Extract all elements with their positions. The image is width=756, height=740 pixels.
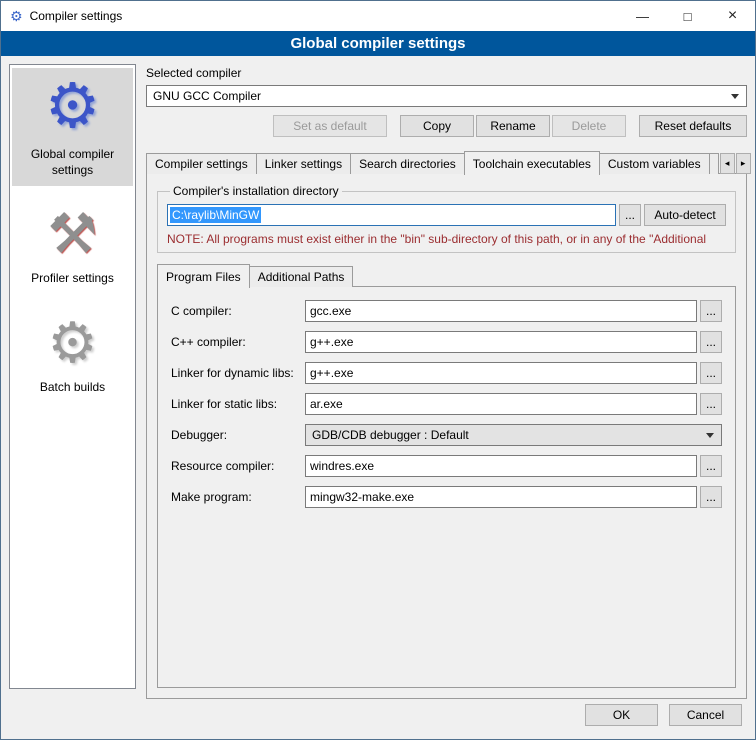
c-compiler-browse-button[interactable]: ... xyxy=(700,300,722,322)
compiler-action-buttons: Set as default Copy Rename Delete Reset … xyxy=(146,115,747,137)
installation-directory-label: Compiler's installation directory xyxy=(170,184,342,198)
form-row-debugger: Debugger: GDB/CDB debugger : Default xyxy=(171,424,722,446)
profiler-tool-icon: ⚒ xyxy=(14,206,131,262)
dialog-footer: OK Cancel xyxy=(1,699,755,739)
installation-directory-group: Compiler's installation directory C:\ray… xyxy=(157,184,736,253)
sidebar-item-label: Profiler settings xyxy=(14,271,131,287)
make-program-browse-button[interactable]: ... xyxy=(700,486,722,508)
toolchain-executables-panel: Compiler's installation directory C:\ray… xyxy=(146,173,747,699)
minimize-button[interactable]: — xyxy=(620,1,665,31)
sidebar-item-label: Batch builds xyxy=(14,380,131,396)
dialog-header: Global compiler settings xyxy=(1,31,755,56)
installation-directory-row: C:\raylib\MinGW ... Auto-detect xyxy=(167,204,726,226)
titlebar: ⚙ Compiler settings — □ × xyxy=(1,1,755,31)
maximize-button[interactable]: □ xyxy=(665,1,710,31)
form-row-static-linker: Linker for static libs: ar.exe ... xyxy=(171,393,722,415)
cpp-compiler-browse-button[interactable]: ... xyxy=(700,331,722,353)
static-linker-input[interactable]: ar.exe xyxy=(305,393,697,415)
form-row-cpp-compiler: C++ compiler: g++.exe ... xyxy=(171,331,722,353)
form-row-c-compiler: C compiler: gcc.exe ... xyxy=(171,300,722,322)
dynamic-linker-input[interactable]: g++.exe xyxy=(305,362,697,384)
dynamic-linker-value: g++.exe xyxy=(310,366,353,380)
make-program-input[interactable]: mingw32-make.exe xyxy=(305,486,697,508)
c-compiler-input[interactable]: gcc.exe xyxy=(305,300,697,322)
tab-compiler-settings[interactable]: Compiler settings xyxy=(146,153,257,174)
app-gear-icon: ⚙ xyxy=(10,9,23,23)
compiler-select-value: GNU GCC Compiler xyxy=(153,89,261,103)
settings-tabstrip: Compiler settings Linker settings Search… xyxy=(146,151,747,174)
sidebar-item-label: Global compiler settings xyxy=(14,147,131,178)
resource-compiler-browse-button[interactable]: ... xyxy=(700,455,722,477)
compiler-settings-dialog: ⚙ Compiler settings — □ × Global compile… xyxy=(0,0,756,740)
copy-button[interactable]: Copy xyxy=(400,115,474,137)
tab-search-directories[interactable]: Search directories xyxy=(350,153,465,174)
form-row-resource-compiler: Resource compiler: windres.exe ... xyxy=(171,455,722,477)
dialog-body: ⚙ Global compiler settings ⚒ Profiler se… xyxy=(1,56,755,699)
resource-compiler-input[interactable]: windres.exe xyxy=(305,455,697,477)
debugger-select[interactable]: GDB/CDB debugger : Default xyxy=(305,424,722,446)
executables-subtabstrip: Program Files Additional Paths xyxy=(157,264,736,287)
debugger-label: Debugger: xyxy=(171,428,305,442)
subtab-program-files[interactable]: Program Files xyxy=(157,264,250,288)
static-linker-label: Linker for static libs: xyxy=(171,397,305,411)
close-button[interactable]: × xyxy=(710,1,755,31)
cpp-compiler-input[interactable]: g++.exe xyxy=(305,331,697,353)
window-controls: — □ × xyxy=(620,1,755,31)
subtab-additional-paths[interactable]: Additional Paths xyxy=(249,266,354,287)
compiler-select[interactable]: GNU GCC Compiler xyxy=(146,85,747,107)
page-title: Global compiler settings xyxy=(290,35,465,52)
tab-toolchain-executables[interactable]: Toolchain executables xyxy=(464,151,600,175)
settings-content: Selected compiler GNU GCC Compiler Set a… xyxy=(146,64,747,699)
cpp-compiler-label: C++ compiler: xyxy=(171,335,305,349)
tab-scroll-right-icon[interactable]: ▸ xyxy=(736,153,751,174)
static-linker-browse-button[interactable]: ... xyxy=(700,393,722,415)
gear-gray-icon: ⚙ xyxy=(14,315,131,371)
set-as-default-button: Set as default xyxy=(273,115,387,137)
debugger-value: GDB/CDB debugger : Default xyxy=(312,428,469,442)
settings-sidebar: ⚙ Global compiler settings ⚒ Profiler se… xyxy=(9,64,136,689)
cancel-button[interactable]: Cancel xyxy=(669,704,742,726)
browse-directory-button[interactable]: ... xyxy=(619,204,641,226)
bin-subdirectory-note: NOTE: All programs must exist either in … xyxy=(167,232,726,246)
sidebar-item-profiler-settings[interactable]: ⚒ Profiler settings xyxy=(12,198,133,295)
window-title: Compiler settings xyxy=(30,9,620,23)
selected-compiler-label: Selected compiler xyxy=(146,66,747,80)
sidebar-item-batch-builds[interactable]: ⚙ Batch builds xyxy=(12,307,133,404)
chevron-down-icon xyxy=(731,94,739,99)
program-files-panel: C compiler: gcc.exe ... C++ compiler: g+… xyxy=(157,286,736,688)
reset-defaults-button[interactable]: Reset defaults xyxy=(639,115,747,137)
auto-detect-button[interactable]: Auto-detect xyxy=(644,204,726,226)
tab-custom-variables[interactable]: Custom variables xyxy=(599,153,710,174)
static-linker-value: ar.exe xyxy=(310,397,343,411)
form-row-make-program: Make program: mingw32-make.exe ... xyxy=(171,486,722,508)
make-program-label: Make program: xyxy=(171,490,305,504)
rename-button[interactable]: Rename xyxy=(476,115,550,137)
dynamic-linker-label: Linker for dynamic libs: xyxy=(171,366,305,380)
installation-directory-input[interactable]: C:\raylib\MinGW xyxy=(167,204,616,226)
c-compiler-label: C compiler: xyxy=(171,304,305,318)
sidebar-item-global-compiler-settings[interactable]: ⚙ Global compiler settings xyxy=(12,68,133,186)
c-compiler-value: gcc.exe xyxy=(310,304,351,318)
tab-build-options-truncated[interactable]: Buil xyxy=(709,153,719,174)
ok-button[interactable]: OK xyxy=(585,704,658,726)
chevron-down-icon xyxy=(706,433,714,438)
resource-compiler-value: windres.exe xyxy=(310,459,374,473)
resource-compiler-label: Resource compiler: xyxy=(171,459,305,473)
tab-scroll-left-icon[interactable]: ◂ xyxy=(720,153,735,174)
form-row-dynamic-linker: Linker for dynamic libs: g++.exe ... xyxy=(171,362,722,384)
dynamic-linker-browse-button[interactable]: ... xyxy=(700,362,722,384)
make-program-value: mingw32-make.exe xyxy=(310,490,414,504)
gear-blue-icon: ⚙ xyxy=(14,76,131,138)
tab-linker-settings[interactable]: Linker settings xyxy=(256,153,351,174)
selected-path-text: C:\raylib\MinGW xyxy=(170,207,261,223)
cpp-compiler-value: g++.exe xyxy=(310,335,353,349)
delete-button: Delete xyxy=(552,115,626,137)
